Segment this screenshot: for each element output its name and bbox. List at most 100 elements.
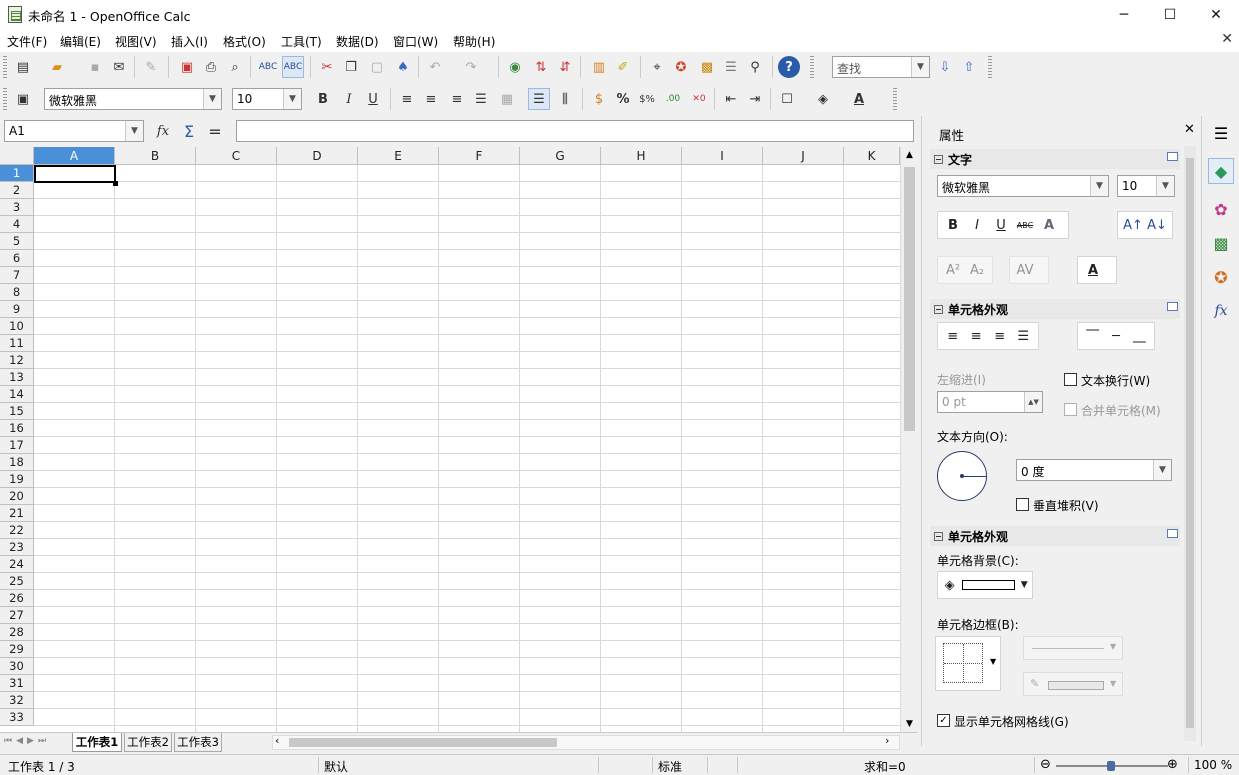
chevron-down-icon[interactable]: ▼	[1153, 460, 1171, 480]
chevron-down-icon[interactable]: ▼	[1019, 580, 1029, 590]
shrink-font-icon[interactable]: A↓	[1145, 218, 1169, 233]
row-header-25[interactable]: 25	[0, 573, 34, 590]
row-header-27[interactable]: 27	[0, 607, 34, 624]
menu-tools[interactable]: 工具(T)	[281, 33, 322, 50]
zoom-icon[interactable]: ⚲	[744, 56, 766, 78]
close-document-icon[interactable]: ✕	[1221, 31, 1233, 47]
sheet-nav-icons[interactable]: ⏮◀▶⏭	[4, 736, 50, 746]
bold-button[interactable]: B	[312, 88, 334, 110]
row-header-33[interactable]: 33	[0, 709, 34, 726]
decrease-indent-icon[interactable]: ⇥	[744, 88, 766, 110]
undo-icon[interactable]: ↶	[424, 56, 446, 78]
vertical-scrollbar[interactable]: ▲ ▼	[900, 147, 918, 732]
cell-appearance-section-header[interactable]: 单元格外观	[930, 526, 1180, 546]
scroll-left-icon[interactable]: ‹	[275, 734, 279, 747]
sheet-tab-2[interactable]: 工作表2	[124, 733, 172, 752]
column-header-h[interactable]: H	[601, 147, 682, 165]
row-header-3[interactable]: 3	[0, 199, 34, 216]
open-icon[interactable]: ▰	[46, 56, 68, 78]
name-box[interactable]: A1 ▼	[4, 120, 144, 142]
align-top-icon[interactable]: ⎺	[1081, 329, 1104, 344]
menu-data[interactable]: 数据(D)	[336, 33, 379, 50]
justify-icon[interactable]: ☰	[470, 88, 492, 110]
find-next-icon[interactable]: ⇩	[934, 56, 956, 78]
cut-icon[interactable]: ✂	[316, 56, 338, 78]
row-header-8[interactable]: 8	[0, 284, 34, 301]
toolbar-grip[interactable]	[3, 88, 7, 110]
border-style-combo[interactable]: ▼	[1023, 636, 1123, 660]
copy-icon[interactable]: ❐	[340, 56, 362, 78]
sheet-tab-3[interactable]: 工作表3	[174, 733, 222, 752]
more-options-icon[interactable]	[1167, 302, 1178, 311]
cell-background-picker[interactable]: ◈ ▼	[937, 571, 1033, 599]
sidebar-scrollbar[interactable]	[1184, 146, 1196, 741]
show-gridlines-checkbox[interactable]: ✓	[937, 714, 950, 727]
spacing-icon[interactable]: AV	[1013, 263, 1037, 278]
column-header-d[interactable]: D	[277, 147, 358, 165]
status-page-style[interactable]: 默认	[324, 758, 348, 775]
row-header-28[interactable]: 28	[0, 624, 34, 641]
find-previous-icon[interactable]: ⇧	[958, 56, 980, 78]
menu-view[interactable]: 视图(V)	[115, 33, 157, 50]
row-header-12[interactable]: 12	[0, 352, 34, 369]
row-header-9[interactable]: 9	[0, 301, 34, 318]
formula-icon[interactable]: =	[204, 120, 226, 142]
select-all-corner[interactable]	[0, 147, 34, 165]
find-replace-icon[interactable]: ⌖	[646, 56, 668, 78]
toolbar-overflow[interactable]	[893, 88, 897, 110]
row-header-18[interactable]: 18	[0, 454, 34, 471]
new-document-icon[interactable]: ▤	[12, 56, 34, 78]
strikethrough-icon[interactable]: ABC	[1013, 221, 1037, 230]
vertical-text-icon[interactable]: ⫼	[554, 88, 576, 110]
sidebar-scroll-thumb[interactable]	[1186, 158, 1194, 728]
save-icon[interactable]: ▪	[84, 56, 106, 78]
row-header-5[interactable]: 5	[0, 233, 34, 250]
toolbar-grip[interactable]	[3, 56, 7, 78]
chevron-down-icon[interactable]: ▼	[203, 89, 221, 109]
paste-icon[interactable]: ▢	[366, 56, 388, 78]
status-zoom-level[interactable]: 100 %	[1194, 758, 1232, 772]
chevron-down-icon[interactable]: ▼	[1090, 176, 1108, 196]
row-header-22[interactable]: 22	[0, 522, 34, 539]
redo-icon[interactable]: ↷	[460, 56, 482, 78]
sidebar-close-icon[interactable]: ✕	[1184, 122, 1195, 137]
status-selection-mode[interactable]: 标准	[658, 758, 682, 775]
autospellcheck-icon[interactable]: ABC	[282, 56, 304, 78]
menu-file[interactable]: 文件(F)	[7, 33, 47, 50]
row-header-17[interactable]: 17	[0, 437, 34, 454]
align-right-icon[interactable]: ≡	[446, 88, 468, 110]
draw-functions-icon[interactable]: ✐	[612, 56, 634, 78]
minimize-button[interactable]: ─	[1101, 0, 1147, 30]
menu-edit[interactable]: 编辑(E)	[60, 33, 101, 50]
column-header-k[interactable]: K	[844, 147, 900, 165]
active-cell-cursor[interactable]	[34, 165, 116, 183]
row-header-13[interactable]: 13	[0, 369, 34, 386]
sidebar-underline-button[interactable]: U	[989, 218, 1013, 233]
standard-format-icon[interactable]: $%	[636, 88, 658, 110]
clone-format-icon[interactable]: ♠	[392, 56, 414, 78]
subscript-icon[interactable]: A₂	[965, 263, 989, 278]
fill-handle[interactable]	[113, 181, 118, 186]
sidebar-font-color-icon[interactable]: A	[1081, 263, 1105, 278]
row-header-14[interactable]: 14	[0, 386, 34, 403]
align-bottom-icon[interactable]: ⎽	[1128, 329, 1151, 344]
row-header-30[interactable]: 30	[0, 658, 34, 675]
wrap-text-icon[interactable]: ☰	[528, 88, 550, 110]
row-header-2[interactable]: 2	[0, 182, 34, 199]
column-header-f[interactable]: F	[439, 147, 520, 165]
gallery-icon[interactable]: ▩	[696, 56, 718, 78]
scroll-up-icon[interactable]: ▲	[901, 147, 918, 163]
function-wizard-icon[interactable]: fx	[152, 120, 174, 142]
search-input[interactable]: 查找 ▼	[832, 56, 930, 78]
row-header-1[interactable]: 1	[0, 165, 34, 182]
column-header-e[interactable]: E	[358, 147, 439, 165]
chevron-down-icon[interactable]: ▼	[125, 121, 143, 141]
column-header-a[interactable]: A	[34, 147, 115, 165]
sidebar-font-name[interactable]: 微软雅黑 ▼	[937, 175, 1109, 197]
sort-ascending-icon[interactable]: ⇅	[530, 56, 552, 78]
scroll-down-icon[interactable]: ▼	[901, 716, 918, 732]
row-header-29[interactable]: 29	[0, 641, 34, 658]
collapse-icon[interactable]	[934, 305, 943, 314]
column-header-i[interactable]: I	[682, 147, 763, 165]
font-size-combo[interactable]: 10 ▼	[232, 88, 302, 110]
